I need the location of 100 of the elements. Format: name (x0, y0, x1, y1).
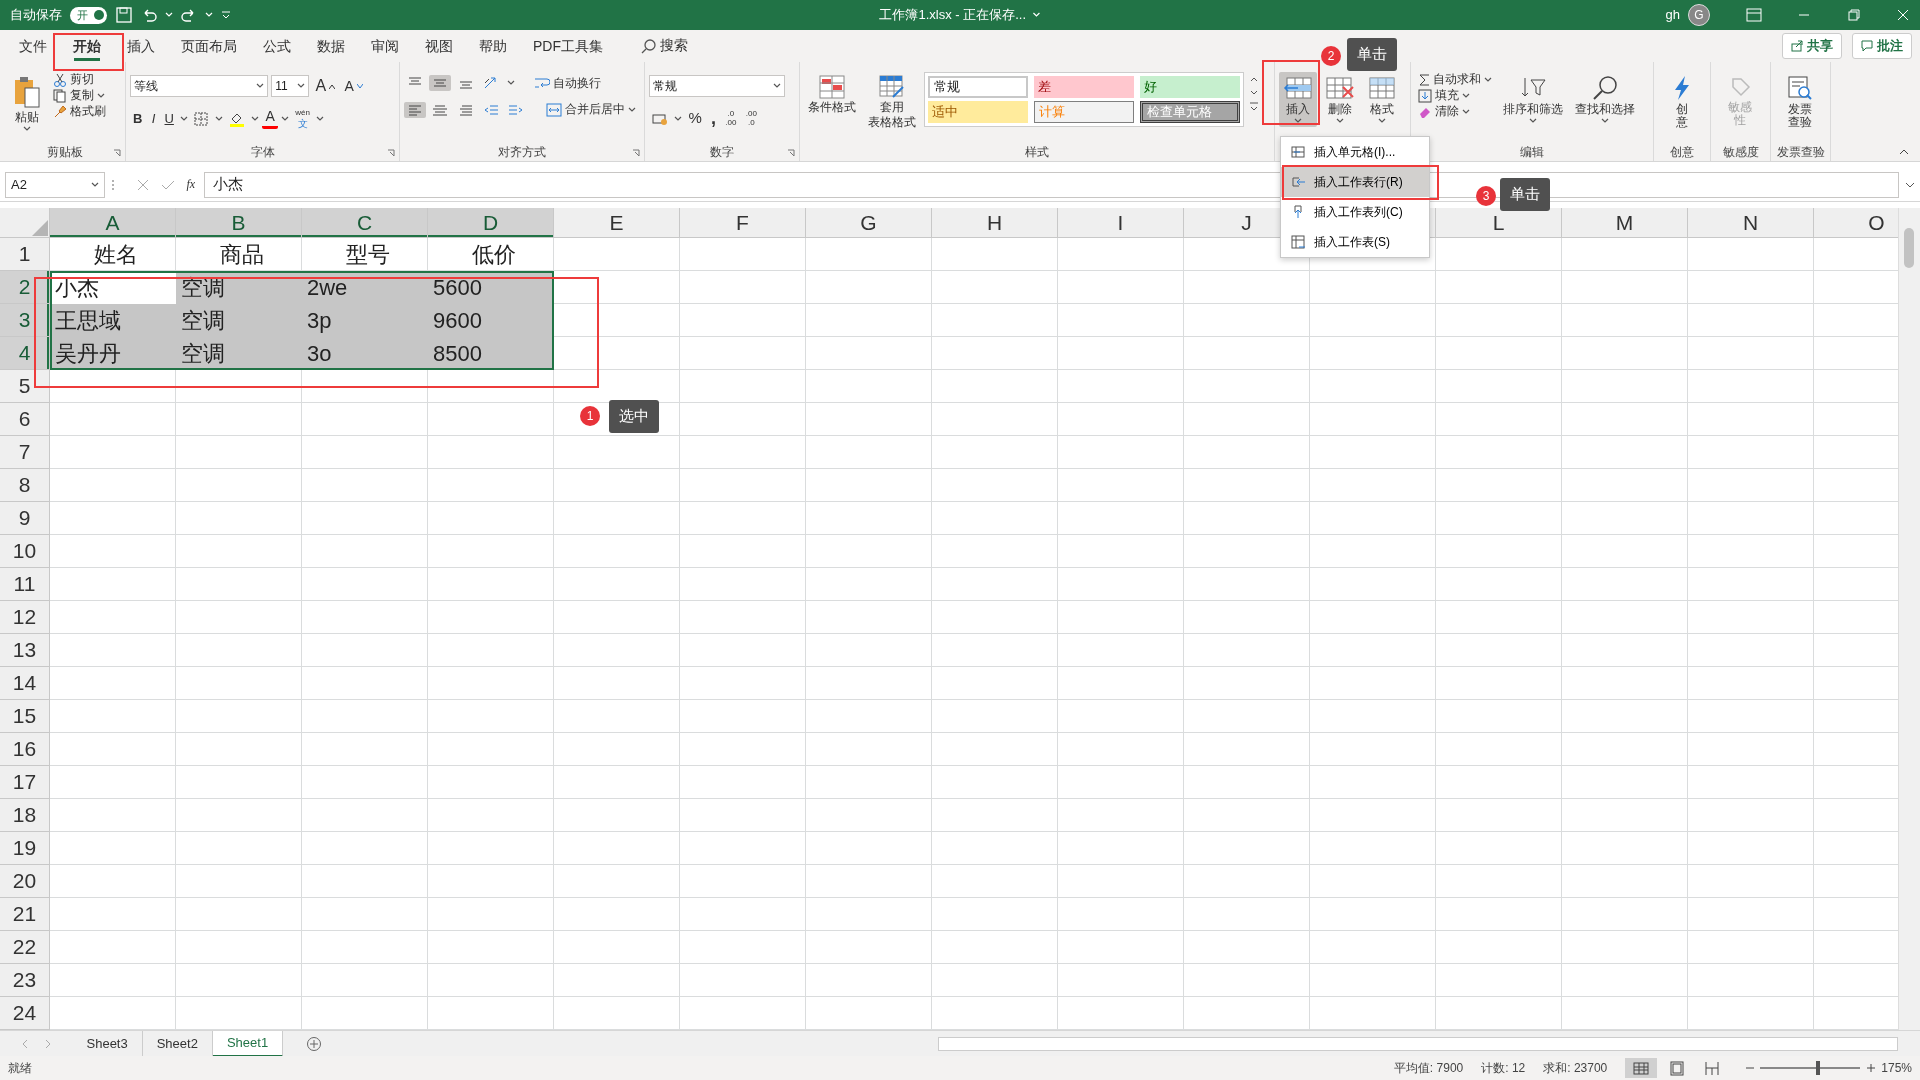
row-header[interactable]: 13 (0, 634, 50, 667)
row-header[interactable]: 18 (0, 799, 50, 832)
row-header[interactable]: 1 (0, 238, 50, 271)
row-header[interactable]: 17 (0, 766, 50, 799)
column-header[interactable]: L (1436, 208, 1562, 238)
table-cell[interactable]: 型号 (302, 238, 428, 271)
table-cell[interactable]: 空调 (176, 337, 302, 370)
row-header[interactable]: 9 (0, 502, 50, 535)
insert-function-button[interactable]: fx (183, 176, 199, 193)
percent-button[interactable]: % (685, 109, 705, 128)
creative-button[interactable]: 创意 (1668, 72, 1696, 133)
column-header[interactable]: O (1814, 208, 1898, 238)
column-header[interactable]: A (50, 208, 176, 238)
row-header[interactable]: 19 (0, 832, 50, 865)
scroll-thumb[interactable] (1904, 228, 1914, 268)
menu-item[interactable]: 插入单元格(I)... (1281, 137, 1429, 167)
phonetic-button[interactable]: wén 文 (292, 107, 313, 130)
insert-button[interactable]: 插入 (1279, 72, 1317, 128)
find-select-button[interactable]: 查找和选择 (1571, 72, 1639, 128)
row-header[interactable]: 8 (0, 469, 50, 502)
row-header[interactable]: 10 (0, 535, 50, 568)
row-header[interactable]: 4 (0, 337, 50, 370)
grow-font-button[interactable]: A (312, 76, 339, 97)
column-header[interactable]: I (1058, 208, 1184, 238)
ribbon-tab[interactable]: 开始 (62, 31, 112, 61)
column-header[interactable]: E (554, 208, 680, 238)
row-header[interactable]: 21 (0, 898, 50, 931)
column-header[interactable]: M (1562, 208, 1688, 238)
row-header[interactable]: 2 (0, 271, 50, 304)
menu-item[interactable]: 插入工作表行(R) (1281, 167, 1429, 197)
increase-decimal-button[interactable]: .0 .00 (722, 108, 740, 129)
italic-button[interactable]: I (148, 110, 159, 127)
row-header[interactable]: 23 (0, 964, 50, 997)
name-box[interactable]: A2 (5, 171, 105, 198)
cell-style-option[interactable]: 常规 (928, 76, 1028, 98)
ribbon-tab[interactable]: 页面布局 (170, 31, 248, 61)
fill-button[interactable]: 填充 (1415, 88, 1495, 104)
table-format-button[interactable]: 套用 表格格式 (864, 72, 920, 133)
table-cell[interactable]: 吴丹丹 (50, 337, 176, 370)
cell-style-option[interactable]: 差 (1034, 76, 1134, 98)
align-left-button[interactable] (404, 101, 426, 118)
row-header[interactable]: 15 (0, 700, 50, 733)
table-cell[interactable]: 姓名 (50, 238, 176, 271)
table-cell[interactable]: 商品 (176, 238, 302, 271)
horizontal-scrollbar[interactable] (938, 1036, 1898, 1051)
row-header[interactable]: 5 (0, 370, 50, 403)
share-button[interactable]: 共享 (1781, 33, 1842, 59)
cell-style-option[interactable]: 好 (1140, 76, 1240, 98)
ribbon-tab[interactable]: 公式 (252, 31, 302, 61)
copy-button[interactable]: 复制 (50, 88, 109, 104)
normal-view-button[interactable] (1625, 1058, 1658, 1078)
column-header[interactable]: C (302, 208, 428, 238)
row-header[interactable]: 20 (0, 865, 50, 898)
conditional-format-button[interactable]: 条件格式 (804, 72, 860, 118)
delete-button[interactable]: 删除 (1321, 72, 1359, 128)
select-all-corner[interactable] (0, 208, 50, 238)
cell-style-option[interactable]: 适中 (928, 101, 1028, 123)
clear-button[interactable]: 清除 (1415, 104, 1495, 120)
ribbon-tab[interactable]: 数据 (306, 31, 356, 61)
table-cell[interactable]: 3p (302, 304, 428, 337)
column-header[interactable]: N (1688, 208, 1814, 238)
table-cell[interactable]: 王思域 (50, 304, 176, 337)
row-header[interactable]: 24 (0, 997, 50, 1030)
shrink-font-button[interactable]: A (341, 77, 366, 95)
ribbon-tab[interactable]: 审阅 (360, 31, 410, 61)
ribbon-tab[interactable]: 文件 (8, 31, 58, 61)
table-cell[interactable]: 空调 (176, 304, 302, 337)
font-size-field[interactable]: 11 (271, 75, 310, 98)
bold-button[interactable]: B (130, 110, 146, 127)
table-cell[interactable]: 9600 (428, 304, 554, 337)
font-name-field[interactable]: 等线 (130, 75, 268, 98)
table-cell[interactable]: 2we (302, 271, 428, 304)
cut-button[interactable]: 剪切 (50, 72, 109, 88)
row-header[interactable]: 14 (0, 667, 50, 700)
column-header[interactable]: B (176, 208, 302, 238)
row-header[interactable]: 12 (0, 601, 50, 634)
ribbon-tab[interactable]: 帮助 (468, 31, 518, 61)
column-header[interactable]: D (428, 208, 554, 238)
wrap-text-button[interactable]: 自动换行 (531, 75, 605, 92)
ribbon-tab[interactable]: PDF工具集 (522, 31, 614, 61)
merge-center-button[interactable]: 合并后居中 (543, 101, 640, 118)
column-header[interactable]: G (806, 208, 932, 238)
invoice-check-button[interactable]: 发票查验 (1783, 72, 1818, 133)
format-painter-button[interactable]: 格式刷 (50, 104, 109, 120)
ribbon-tab[interactable]: 插入 (116, 31, 166, 61)
user-avatar[interactable]: G (1688, 4, 1710, 26)
column-header[interactable]: F (680, 208, 806, 238)
column-header[interactable]: H (932, 208, 1058, 238)
zoom-slider-thumb[interactable] (1816, 1061, 1821, 1075)
table-cell[interactable]: 低价 (428, 238, 554, 271)
font-color-button[interactable]: A (262, 108, 278, 129)
sheet-tab[interactable]: Sheet1 (212, 1030, 284, 1057)
row-header[interactable]: 7 (0, 436, 50, 469)
format-button[interactable]: 格式 (1363, 72, 1401, 128)
autosave-toggle[interactable]: 开 (70, 6, 107, 24)
ribbon-tab[interactable]: 视图 (414, 31, 464, 61)
sort-filter-button[interactable]: 排序和筛选 (1499, 72, 1567, 128)
row-header[interactable]: 16 (0, 733, 50, 766)
row-header[interactable]: 11 (0, 568, 50, 601)
comments-button[interactable]: 批注 (1852, 33, 1912, 59)
